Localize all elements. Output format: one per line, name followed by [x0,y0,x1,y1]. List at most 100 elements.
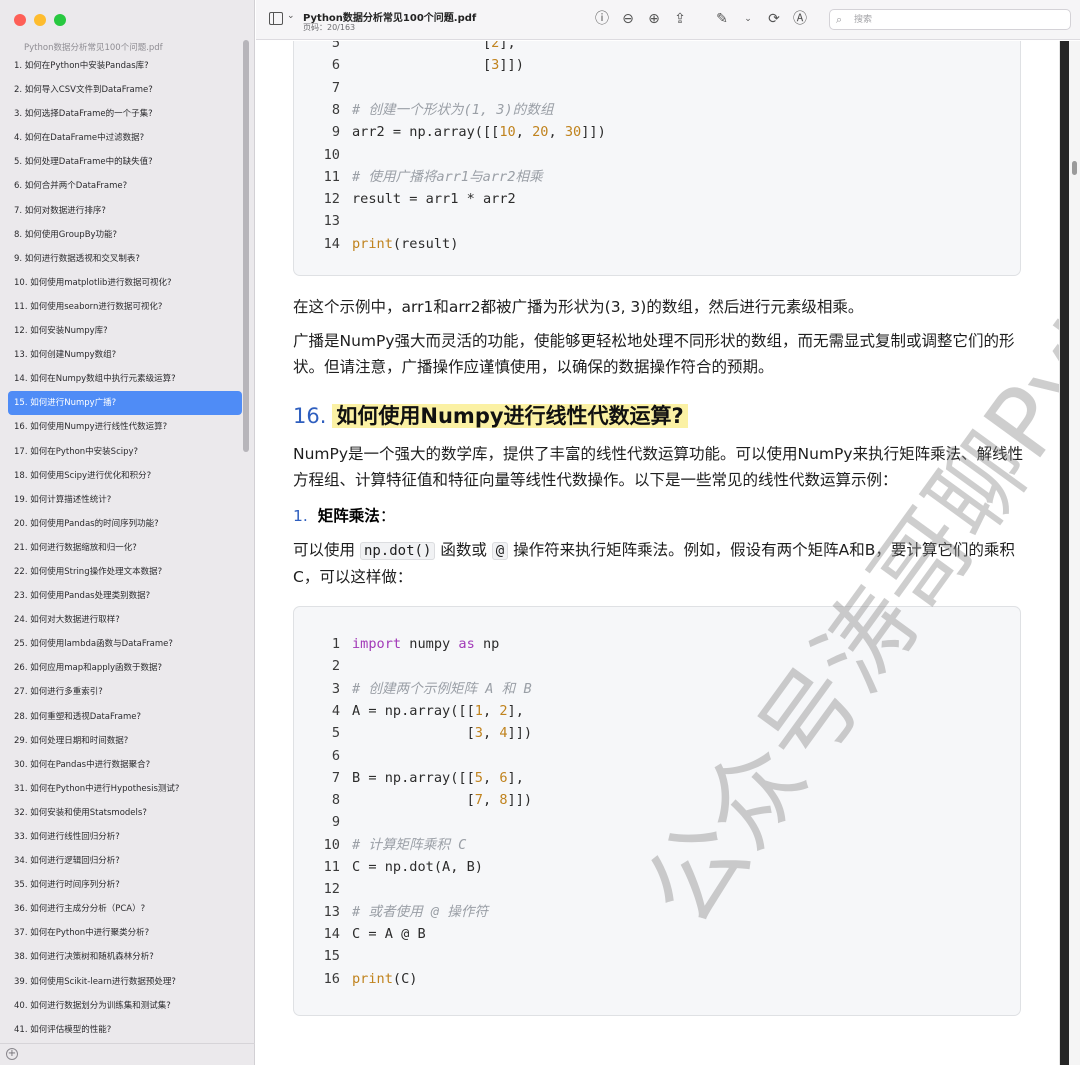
code-text: result = arr1 * arr2 [352,191,516,208]
toc-item[interactable]: 4. 如何在DataFrame中过滤数据? [8,126,242,150]
rotate-icon[interactable]: ⟳ [766,9,782,29]
zoom-out-icon[interactable]: ⊖ [620,9,636,29]
code-line: 10 # 计算矩阵乘积 C [294,834,1020,856]
code-line: 12 result = arr1 * arr2 [294,188,1020,210]
paragraph-broadcast-result: 在这个示例中，arr1和arr2都被广播为形状为(3, 3)的数组，然后进行元素… [293,298,864,316]
toc-item[interactable]: 13. 如何创建Numpy数组? [8,343,242,367]
toc-item[interactable]: 19. 如何计算描述性统计? [8,488,242,512]
paragraph-linear-algebra-intro: NumPy是一个强大的数学库，提供了丰富的线性代数运算功能。可以使用NumPy来… [293,445,1024,489]
toc-item[interactable]: 34. 如何进行逻辑回归分析? [8,849,242,873]
toc-item[interactable]: 33. 如何进行线性回归分析? [8,825,242,849]
line-number: 13 [323,903,340,920]
line-number: 8 [331,101,340,118]
toc-item[interactable]: 14. 如何在Numpy数组中执行元素级运算? [8,367,242,391]
code-text: C = np.dot(A, B) [352,859,483,875]
pdf-page: 5 [2], 6 [3]]) 7 8 # 创建一个形状为(1, 3)的数组 9 arr2 =… [256,41,1059,1065]
scroll-thumb[interactable] [1072,161,1077,175]
share-icon[interactable]: ⇪ [672,9,688,29]
toc-item[interactable]: 24. 如何对大数据进行取样? [8,608,242,632]
chevron-down-icon[interactable]: ⌄ [287,11,295,21]
toc-item[interactable]: 3. 如何选择DataFrame的一个子集? [8,102,242,126]
toc-item[interactable]: 29. 如何处理日期和时间数据? [8,729,242,753]
toc-item[interactable]: 37. 如何在Python中进行聚类分析? [8,921,242,945]
code-text: [7, 8]]) [352,792,533,809]
close-window-button[interactable] [14,14,26,26]
subheading-colon: ： [379,507,396,525]
code-line: 7 B = np.array([[5, 6], [294,767,1020,789]
toc-item[interactable]: 32. 如何安装和使用Statsmodels? [8,801,242,825]
highlight-icon[interactable]: Ⓐ [792,9,808,29]
info-icon[interactable]: ⓘ [594,9,610,29]
toc-item[interactable]: 8. 如何使用GroupBy功能? [8,223,242,247]
page-indicator: 页码：20/163 [303,23,356,32]
line-number: 15 [323,948,340,965]
line-number: 6 [331,747,340,764]
line-number: 10 [323,836,340,853]
toc-item[interactable]: 16. 如何使用Numpy进行线性代数运算? [8,415,242,439]
code-line: 3 # 创建两个示例矩阵 A 和 B [294,678,1020,700]
toc-item[interactable]: 10. 如何使用matplotlib进行数据可视化? [8,271,242,295]
toc-item[interactable]: 35. 如何进行时间序列分析? [8,873,242,897]
sidebar-toggle-icon[interactable] [269,12,283,25]
code-line: 6 [294,745,1020,767]
subheading-matrix-multiplication: 1. 矩阵乘法： [293,503,395,529]
toc-item[interactable]: 21. 如何进行数据缩放和归一化? [8,536,242,560]
code-line: 14 print(result) [294,233,1020,255]
line-number: 5 [331,41,340,51]
code-line: 2 [294,655,1020,677]
toc-item[interactable]: 15. 如何进行Numpy广播? [8,391,242,416]
markup-pen-icon[interactable]: ✎ [714,9,730,29]
inline-code-np-dot: np.dot() [359,542,436,560]
code-line: 16 print(C) [294,968,1020,990]
toc-item[interactable]: 36. 如何进行主成分分析（PCA）? [8,897,242,921]
minimize-window-button[interactable] [34,14,46,26]
code-line: 10 [294,144,1020,166]
toc-item[interactable]: 39. 如何使用Scikit-learn进行数据预处理? [8,970,242,994]
toc-item[interactable]: 7. 如何对数据进行排序? [8,199,242,223]
toc-item[interactable]: 28. 如何重塑和透视DataFrame? [8,705,242,729]
toc-item[interactable]: 1. 如何在Python中安装Pandas库? [8,54,242,78]
toc-item[interactable]: 26. 如何应用map和apply函数于数据? [8,656,242,680]
code-line: 12 [294,878,1020,900]
toc-item[interactable]: 31. 如何在Python中进行Hypothesis测试? [8,777,242,801]
toc-item[interactable]: 17. 如何在Python中安装Scipy? [8,440,242,464]
subheading-number: 1. [293,507,308,525]
line-number: 7 [331,769,340,786]
toc-item[interactable]: 12. 如何安装Numpy库? [8,319,242,343]
search-field[interactable]: ⌕ [829,9,1071,30]
code-text: print(result) [352,235,459,252]
toc-item[interactable]: 11. 如何使用seaborn进行数据可视化? [8,295,242,319]
toc-item[interactable]: 25. 如何使用lambda函数与DataFrame? [8,632,242,656]
toc-item[interactable]: 27. 如何进行多重索引? [8,680,242,704]
toc-item[interactable]: 40. 如何进行数据划分为训练集和测试集? [8,994,242,1018]
toc-item[interactable]: 9. 如何进行数据透视和交叉制表? [8,247,242,271]
toc-document-title[interactable]: Python数据分析常见100个问题.pdf [24,41,163,53]
page-scrollbar[interactable] [1059,41,1080,1065]
toc-item[interactable]: 5. 如何处理DataFrame中的缺失值? [8,150,242,174]
line-number: 14 [323,925,340,942]
page-edge-shadow [1060,41,1069,1065]
sidebar-scrollbar[interactable] [243,40,249,452]
toc-item[interactable]: 2. 如何导入CSV文件到DataFrame? [8,78,242,102]
line-number: 14 [323,235,340,252]
toc-item[interactable]: 18. 如何使用Scipy进行优化和积分? [8,464,242,488]
toc-item[interactable]: 23. 如何使用Pandas处理类别数据? [8,584,242,608]
toc-item[interactable]: 38. 如何进行决策树和随机森林分析? [8,945,242,969]
line-number: 4 [331,702,340,719]
add-icon[interactable]: + [6,1048,18,1060]
zoom-in-icon[interactable]: ⊕ [646,9,662,29]
code-line: 13 # 或者使用 @ 操作符 [294,901,1020,923]
code-line: 9 arr2 = np.array([[10, 20, 30]]) [294,121,1020,143]
toc-item[interactable]: 30. 如何在Pandas中进行数据聚合? [8,753,242,777]
search-input[interactable] [854,12,1054,27]
toc-item[interactable]: 20. 如何使用Pandas的时间序列功能? [8,512,242,536]
toc-item[interactable]: 6. 如何合并两个DataFrame? [8,174,242,198]
code-text: C = A @ B [352,925,426,942]
code-line: 5 [2], [294,41,1020,54]
toc-item[interactable]: 22. 如何使用String操作处理文本数据? [8,560,242,584]
code-text: # 使用广播将arr1与arr2相乘 [352,168,543,185]
zoom-window-button[interactable] [54,14,66,26]
toc-item[interactable]: 41. 如何评估模型的性能? [8,1018,242,1042]
section-title: 如何使用Numpy进行线性代数运算? [332,404,688,428]
markup-chevron-down-icon[interactable]: ⌄ [740,9,756,29]
